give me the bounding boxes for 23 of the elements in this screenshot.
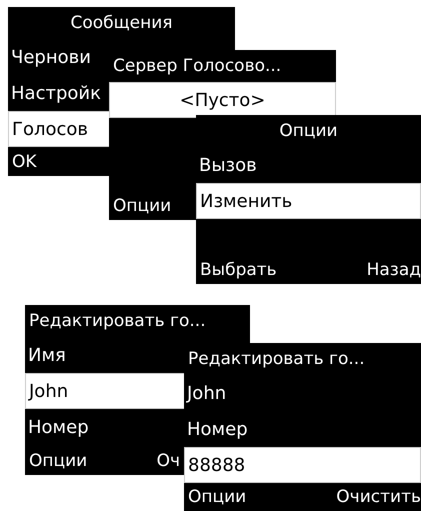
menu-item[interactable]: Вызов	[199, 154, 257, 176]
menu-item[interactable]: Номер	[187, 418, 248, 440]
softkey[interactable]: Опции	[29, 451, 88, 471]
screen-title: Сообщения	[70, 13, 173, 33]
screen-title: Редактировать го...	[29, 311, 206, 331]
softkey[interactable]: Выбрать	[200, 260, 277, 280]
softkey[interactable]: Очистить	[336, 487, 421, 507]
screen-title: Сервер Голосово...	[113, 56, 282, 76]
menu-item[interactable]: 88888	[184, 447, 421, 483]
softkey[interactable]: OK	[12, 152, 37, 172]
menu-item[interactable]: Изменить	[196, 183, 421, 219]
softkey[interactable]: Опции	[188, 487, 246, 507]
softkey[interactable]: Оч	[156, 451, 180, 471]
screen-title: Редактировать го...	[188, 349, 365, 369]
softkey[interactable]: Опции	[113, 196, 172, 216]
menu-item[interactable]: Номер	[28, 416, 89, 438]
screen-title: Опции	[279, 121, 338, 141]
menu-item[interactable]: John	[187, 382, 226, 404]
menu-item[interactable]: Настройк	[11, 82, 101, 104]
menu-item[interactable]: Чернови	[11, 46, 91, 68]
menu-item[interactable]: Имя	[28, 344, 66, 366]
softkey[interactable]: Назад	[366, 260, 421, 280]
menu-item[interactable]: <Пусто>	[109, 82, 336, 118]
